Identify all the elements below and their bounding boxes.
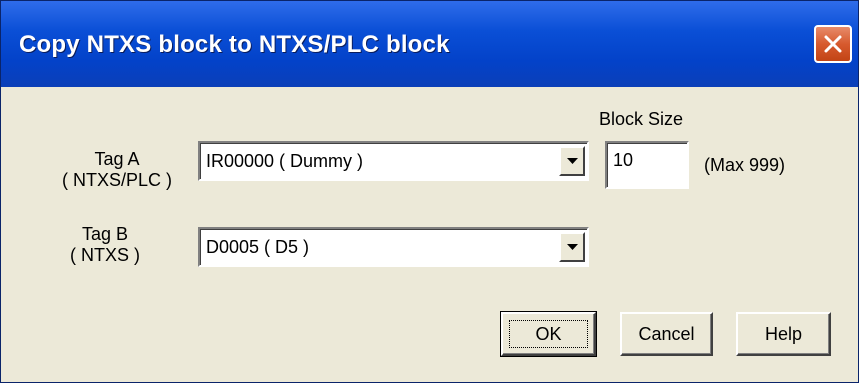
chevron-down-icon — [567, 244, 578, 250]
close-icon — [824, 35, 842, 53]
tag-a-label-line1: Tag A — [94, 149, 140, 169]
tag-b-label-line1: Tag B — [81, 224, 129, 244]
window-title: Copy NTXS block to NTXS/PLC block — [19, 31, 450, 58]
block-size-value: 10 — [613, 150, 634, 170]
tag-b-value: D0005 ( D5 ) — [206, 237, 310, 257]
ok-button[interactable]: OK — [500, 311, 597, 357]
block-size-input[interactable]: 10 — [605, 141, 689, 189]
cancel-label: Cancel — [638, 323, 695, 344]
chevron-down-icon — [567, 158, 578, 164]
tag-b-label: Tag B ( NTXS ) — [45, 224, 165, 266]
title-bar[interactable]: Copy NTXS block to NTXS/PLC block — [1, 1, 858, 87]
help-button[interactable]: Help — [736, 312, 831, 356]
tag-b-label-line2: ( NTXS ) — [70, 245, 140, 265]
tag-a-dropdown-button[interactable] — [559, 146, 585, 176]
tag-a-select[interactable]: IR00000 ( Dummy ) — [198, 141, 589, 181]
tag-a-value: IR00000 ( Dummy ) — [206, 151, 364, 171]
tag-b-select[interactable]: D0005 ( D5 ) — [198, 227, 589, 267]
block-size-label: Block Size — [599, 109, 684, 129]
focus-rectangle — [509, 320, 588, 348]
tag-a-label: Tag A ( NTXS/PLC ) — [57, 149, 177, 191]
tag-a-label-line2: ( NTXS/PLC ) — [61, 170, 172, 190]
dialog-window: Copy NTXS block to NTXS/PLC block Block … — [0, 0, 859, 383]
block-size-max-note: (Max 999) — [704, 155, 786, 175]
cancel-button[interactable]: Cancel — [620, 312, 713, 356]
help-label: Help — [764, 323, 803, 344]
tag-b-dropdown-button[interactable] — [559, 232, 585, 262]
close-button[interactable] — [814, 25, 852, 63]
